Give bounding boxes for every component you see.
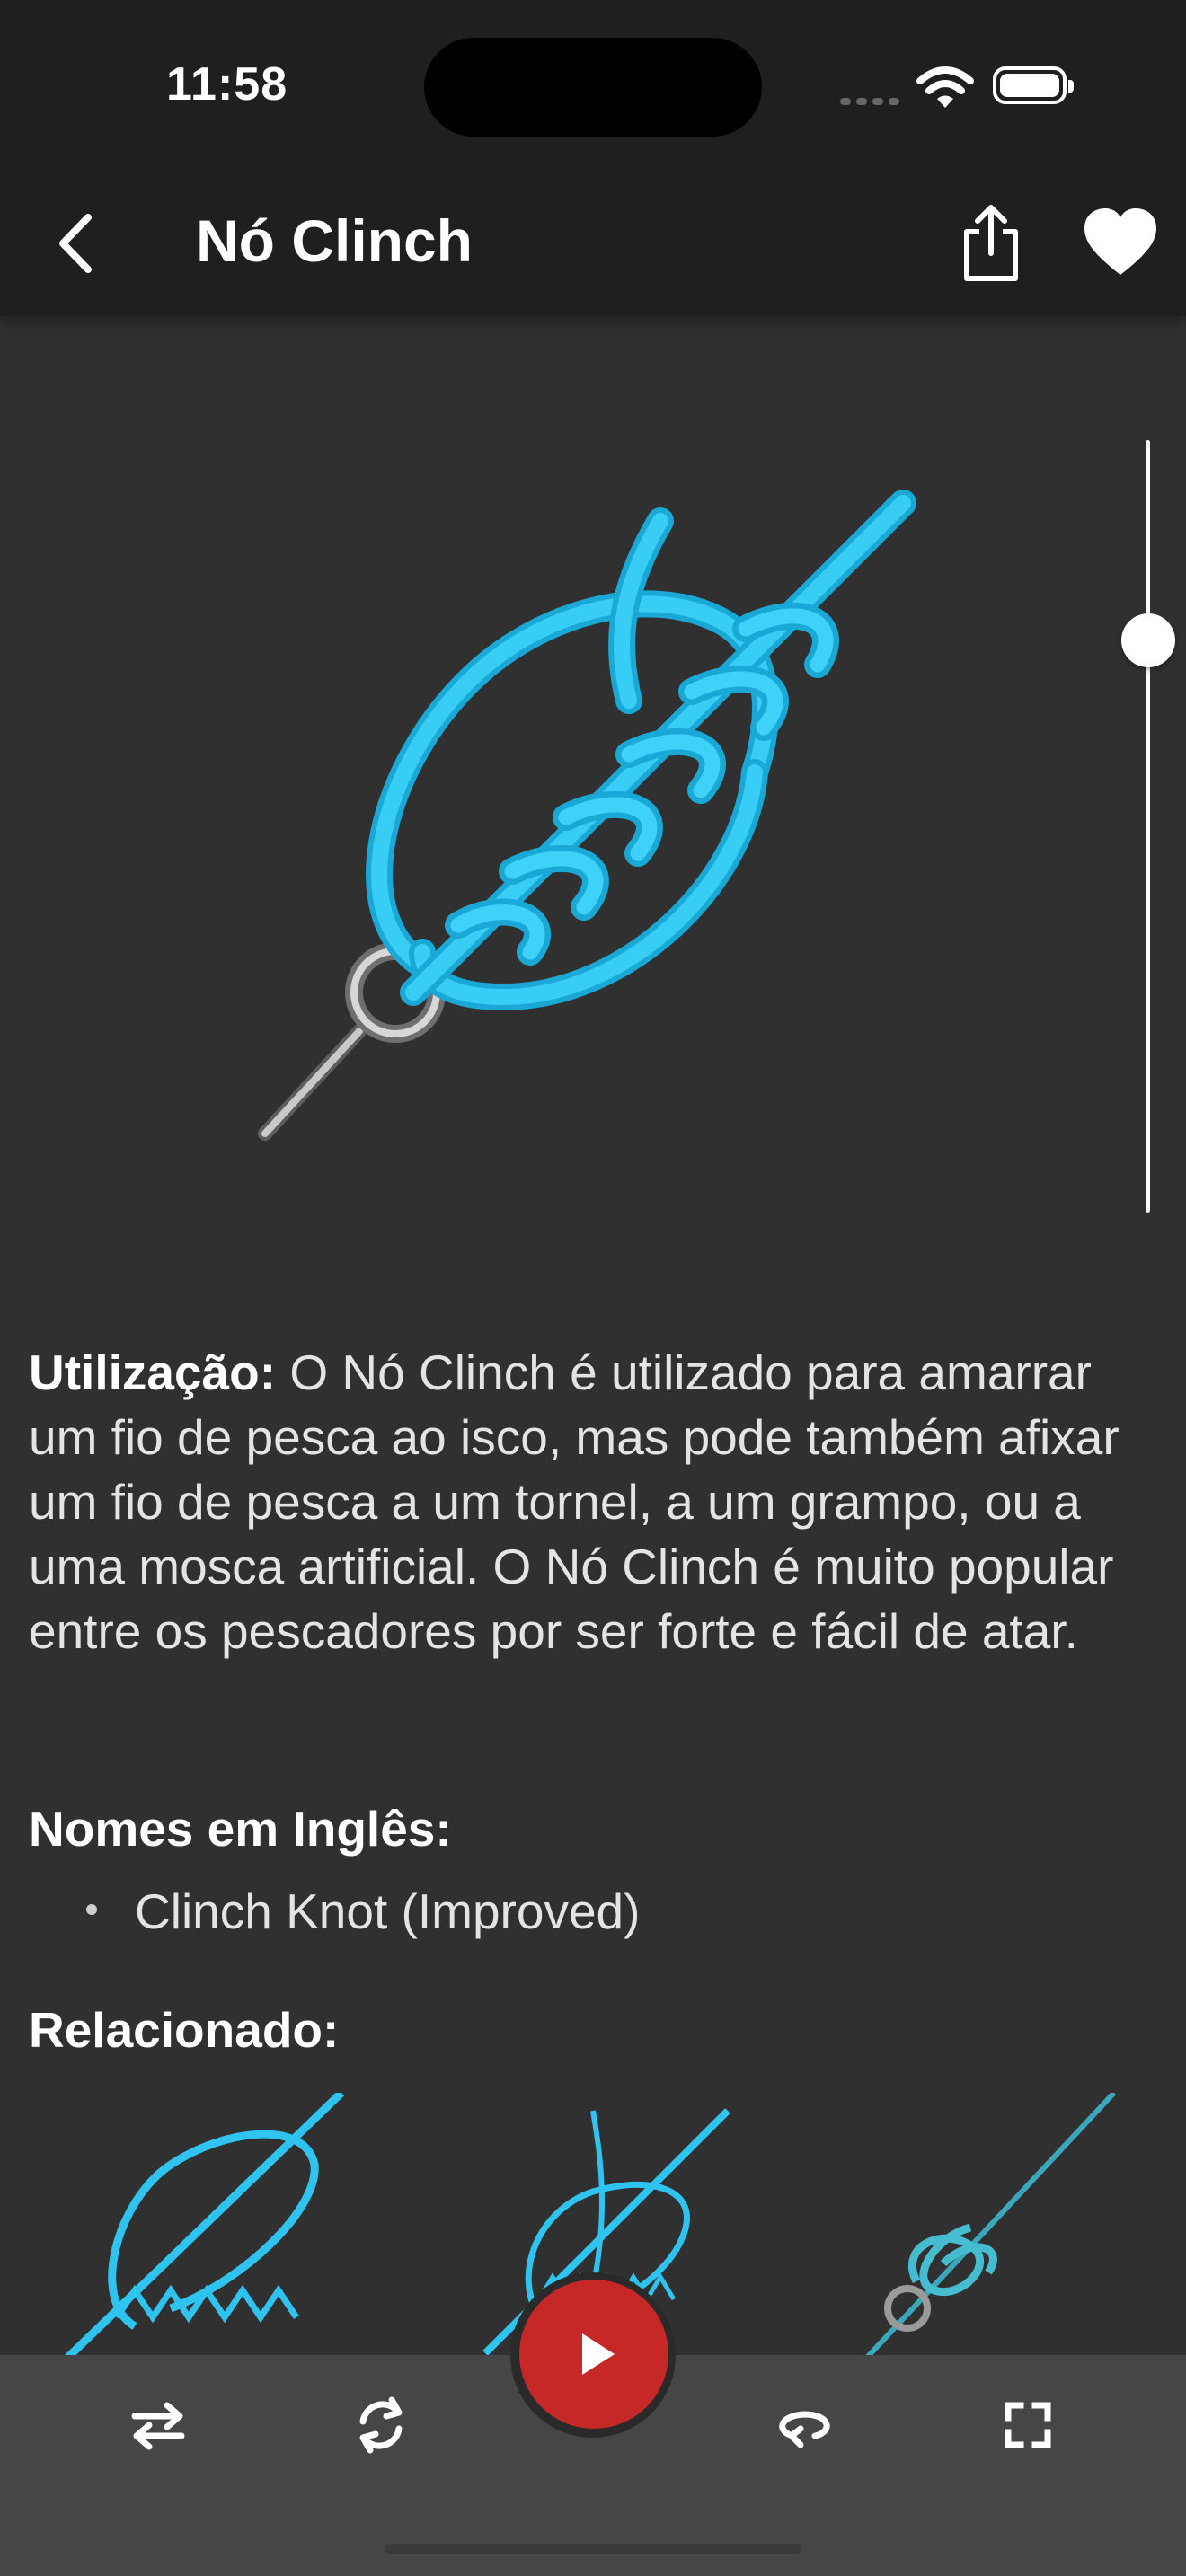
share-icon[interactable] [960, 203, 1022, 284]
progress-slider-thumb[interactable] [1121, 613, 1175, 667]
fullscreen-icon[interactable] [992, 2389, 1064, 2461]
list-bullet [86, 1904, 97, 1915]
home-indicator [385, 2544, 801, 2554]
cellular-signal-icon [840, 93, 905, 110]
play-button[interactable] [519, 2280, 668, 2429]
related-knot-thumbnail[interactable] [63, 2093, 386, 2362]
english-names-heading: Nomes em Inglês: [29, 1801, 452, 1857]
swap-icon[interactable] [122, 2389, 194, 2461]
back-chevron-icon[interactable] [54, 212, 99, 275]
knot-animation-view[interactable] [0, 316, 1186, 1250]
progress-slider-track[interactable] [1146, 440, 1150, 1213]
status-time: 11:58 [166, 58, 288, 110]
english-name-item: Clinch Knot (Improved) [135, 1883, 641, 1939]
page-title: Nó Clinch [196, 207, 473, 274]
dynamic-island [424, 38, 762, 137]
related-knot-thumbnail[interactable] [836, 2093, 1159, 2362]
play-icon [582, 2333, 615, 2375]
heart-icon[interactable] [1083, 207, 1158, 278]
usage-label: Utilização: [29, 1345, 277, 1400]
wifi-icon [916, 66, 974, 108]
clinch-knot-illustration [258, 490, 916, 1141]
top-bar: 11:58 Nó Clinch [0, 0, 1186, 316]
related-heading: Relacionado: [29, 2002, 340, 2058]
usage-description: Utilização: O Nó Clinch é utilizado para… [29, 1340, 1161, 1663]
rotate-icon[interactable] [345, 2389, 417, 2461]
loop-icon[interactable] [768, 2389, 840, 2461]
battery-icon [993, 66, 1074, 104]
